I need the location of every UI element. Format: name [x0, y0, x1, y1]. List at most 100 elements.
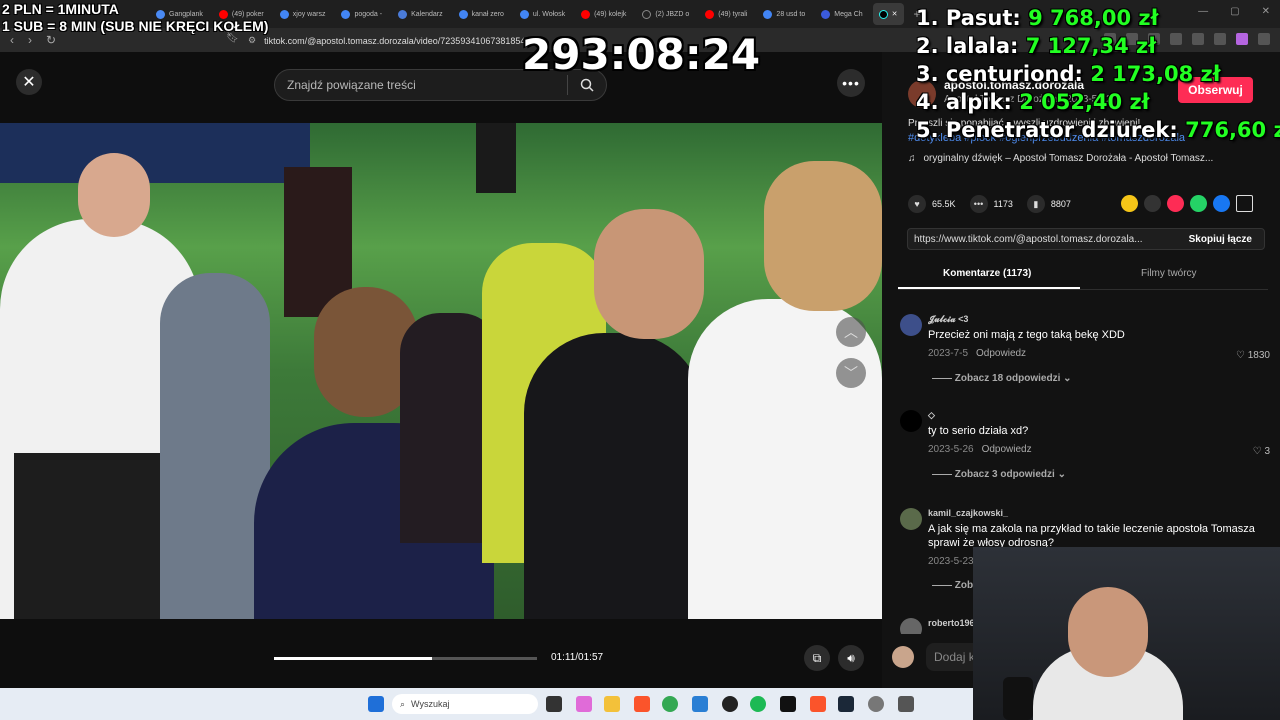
- comment-username[interactable]: ◇: [928, 410, 935, 421]
- reply-button[interactable]: Odpowiedz: [982, 444, 1032, 455]
- leaderboard-amount: 776,60 zł: [1185, 118, 1280, 142]
- send-icon[interactable]: [1167, 195, 1184, 212]
- view-replies-button[interactable]: —— Zobacz 3 odpowiedzi ⌄: [932, 469, 1066, 480]
- tiktok-favicon-icon: [878, 9, 888, 19]
- comment-avatar[interactable]: [900, 618, 922, 634]
- comment-like[interactable]: ♡ 1830: [1236, 350, 1270, 361]
- comment-avatar[interactable]: [900, 508, 922, 530]
- more-options-button[interactable]: •••: [837, 69, 865, 97]
- store-icon[interactable]: [692, 696, 708, 712]
- browser-tab[interactable]: xjoy warsz: [274, 3, 332, 25]
- search-icon: [580, 78, 594, 92]
- comment-avatar[interactable]: [900, 410, 922, 432]
- related-search-input[interactable]: [275, 78, 567, 92]
- chrome-icon[interactable]: [662, 696, 678, 712]
- tab-label: ul. Wołosk: [532, 10, 566, 18]
- chevron-up-icon: ︿: [844, 324, 858, 340]
- progress-bar[interactable]: [274, 657, 537, 660]
- sound-row[interactable]: ♫ oryginalny dźwięk – Apostoł Tomasz Dor…: [908, 153, 1213, 164]
- steam-icon[interactable]: [838, 696, 854, 712]
- share-arrow-icon[interactable]: [1236, 195, 1253, 212]
- screen: Gangplank (49) poker xjoy warsz pogoda -…: [0, 0, 1280, 720]
- browser-tab[interactable]: kanał zero: [453, 3, 510, 25]
- task-view-icon[interactable]: [546, 696, 562, 712]
- settings-icon[interactable]: [868, 696, 884, 712]
- whatsapp-icon[interactable]: [1190, 195, 1207, 212]
- subathon-timer: 293:08:24: [522, 30, 761, 79]
- facebook-icon[interactable]: [1213, 195, 1230, 212]
- start-icon[interactable]: [368, 696, 384, 712]
- tab-close-icon[interactable]: ✕: [892, 10, 898, 18]
- obs-icon[interactable]: [722, 696, 738, 712]
- app-icon[interactable]: [780, 696, 796, 712]
- browser-tab-active[interactable]: ✕: [872, 3, 904, 25]
- reload-icon[interactable]: ↻: [46, 33, 56, 47]
- taskbar-search[interactable]: ⌕ Wyszukaj: [392, 694, 538, 714]
- browser-tab[interactable]: ul. Wołosk: [514, 3, 571, 25]
- tab-label: pogoda -: [354, 10, 383, 18]
- browser-tab[interactable]: (2) JBZD o: [636, 3, 695, 25]
- forward-icon[interactable]: ›: [28, 33, 32, 47]
- video-player[interactable]: ︿ ﹀: [0, 123, 882, 619]
- comment-date: 2023-5-26: [928, 444, 974, 455]
- browser-tab[interactable]: (49) tyrali: [699, 3, 753, 25]
- video-controls: 01:11/01:57 ⧉ 🔊︎: [0, 619, 882, 688]
- browser-tab[interactable]: Mega Ch: [815, 3, 868, 25]
- browser-tab[interactable]: pogoda -: [335, 3, 388, 25]
- comment-like-count: 1830: [1247, 350, 1270, 361]
- floating-player-button[interactable]: ⧉: [804, 645, 830, 671]
- browser-tab[interactable]: Kalendarz: [392, 3, 449, 25]
- chevron-down-icon: ⌄: [1057, 469, 1066, 480]
- leaderboard-amount: 2 052,40 zł: [1019, 90, 1150, 114]
- video-scene-boy-white-head: [764, 161, 882, 311]
- my-avatar: [892, 646, 914, 668]
- tab-favicon-icon: [519, 9, 529, 19]
- comment-stat[interactable]: ••• 1173: [969, 195, 1013, 213]
- tab-comments[interactable]: Komentarze (1173): [943, 268, 1031, 279]
- save-stat[interactable]: ▮ 8807: [1026, 195, 1071, 213]
- active-tab-indicator: [898, 287, 1080, 289]
- calculator-icon[interactable]: [898, 696, 914, 712]
- next-video-button[interactable]: ﹀: [836, 358, 866, 388]
- coin-icon[interactable]: [1121, 195, 1138, 212]
- site-info-icon[interactable]: ⚙︎: [248, 35, 256, 46]
- comments-count: 1173: [993, 199, 1013, 209]
- view-replies-button[interactable]: —— Zobacz 18 odpowiedzi ⌄: [932, 373, 1072, 384]
- comment-text: ty to serio działa xd?: [928, 425, 1029, 437]
- file-explorer-icon[interactable]: [604, 696, 620, 712]
- comment-item: ◇ ty to serio działa xd? 2023-5-26 Odpowi…: [900, 410, 1272, 490]
- bookmark-icon[interactable]: 🔖︎: [226, 33, 239, 44]
- close-video-button[interactable]: ✕: [16, 69, 42, 95]
- browser-tab[interactable]: (49) kolejk: [575, 3, 632, 25]
- heart-outline-icon: ♡: [1252, 446, 1265, 457]
- reply-button[interactable]: Odpowiedz: [976, 348, 1026, 359]
- comment-like[interactable]: ♡ 3: [1253, 446, 1270, 457]
- tab-favicon-icon: [821, 9, 831, 19]
- comment-username[interactable]: kamil_czajkowski_: [928, 508, 1008, 518]
- browser-tab[interactable]: 28 usd to: [757, 3, 811, 25]
- tab-creator-videos[interactable]: Filmy twórcy: [1141, 268, 1197, 279]
- url-field[interactable]: ⚙︎ tiktok.com/@apostol.tomasz.dorozala/v…: [248, 33, 535, 48]
- tab-label: Gangplank: [169, 10, 203, 18]
- copilot-icon[interactable]: [576, 696, 592, 712]
- copy-link-button[interactable]: Skopiuj łącze: [1189, 234, 1252, 245]
- taskbar-search-label: Wyszukaj: [411, 699, 450, 709]
- view-replies-label: Zob: [954, 580, 974, 591]
- embed-icon[interactable]: [1144, 195, 1161, 212]
- spotify-icon[interactable]: [750, 696, 766, 712]
- view-replies-label: Zobacz 3 odpowiedzi: [954, 469, 1055, 480]
- comment-username[interactable]: 𝓙𝓾𝓵𝓬𝓲𝓪 <3: [928, 314, 968, 325]
- comment-username[interactable]: roberto196: [928, 618, 975, 628]
- likes-count: 65.5K: [932, 199, 956, 209]
- brave-icon[interactable]: [634, 696, 650, 712]
- previous-video-button[interactable]: ︿: [836, 317, 866, 347]
- back-icon[interactable]: ‹: [10, 33, 14, 47]
- progress-fill: [274, 657, 432, 660]
- like-stat[interactable]: ♥ 65.5K: [908, 195, 956, 213]
- view-replies-button[interactable]: —— Zob: [932, 580, 973, 591]
- comment-avatar[interactable]: [900, 314, 922, 336]
- brave-active-icon[interactable]: [810, 696, 826, 712]
- video-link[interactable]: https://www.tiktok.com/@apostol.tomasz.d…: [914, 234, 1164, 245]
- volume-button[interactable]: 🔊︎: [838, 645, 864, 671]
- comment-meta: 2023-7-5 Odpowiedz: [928, 348, 1026, 359]
